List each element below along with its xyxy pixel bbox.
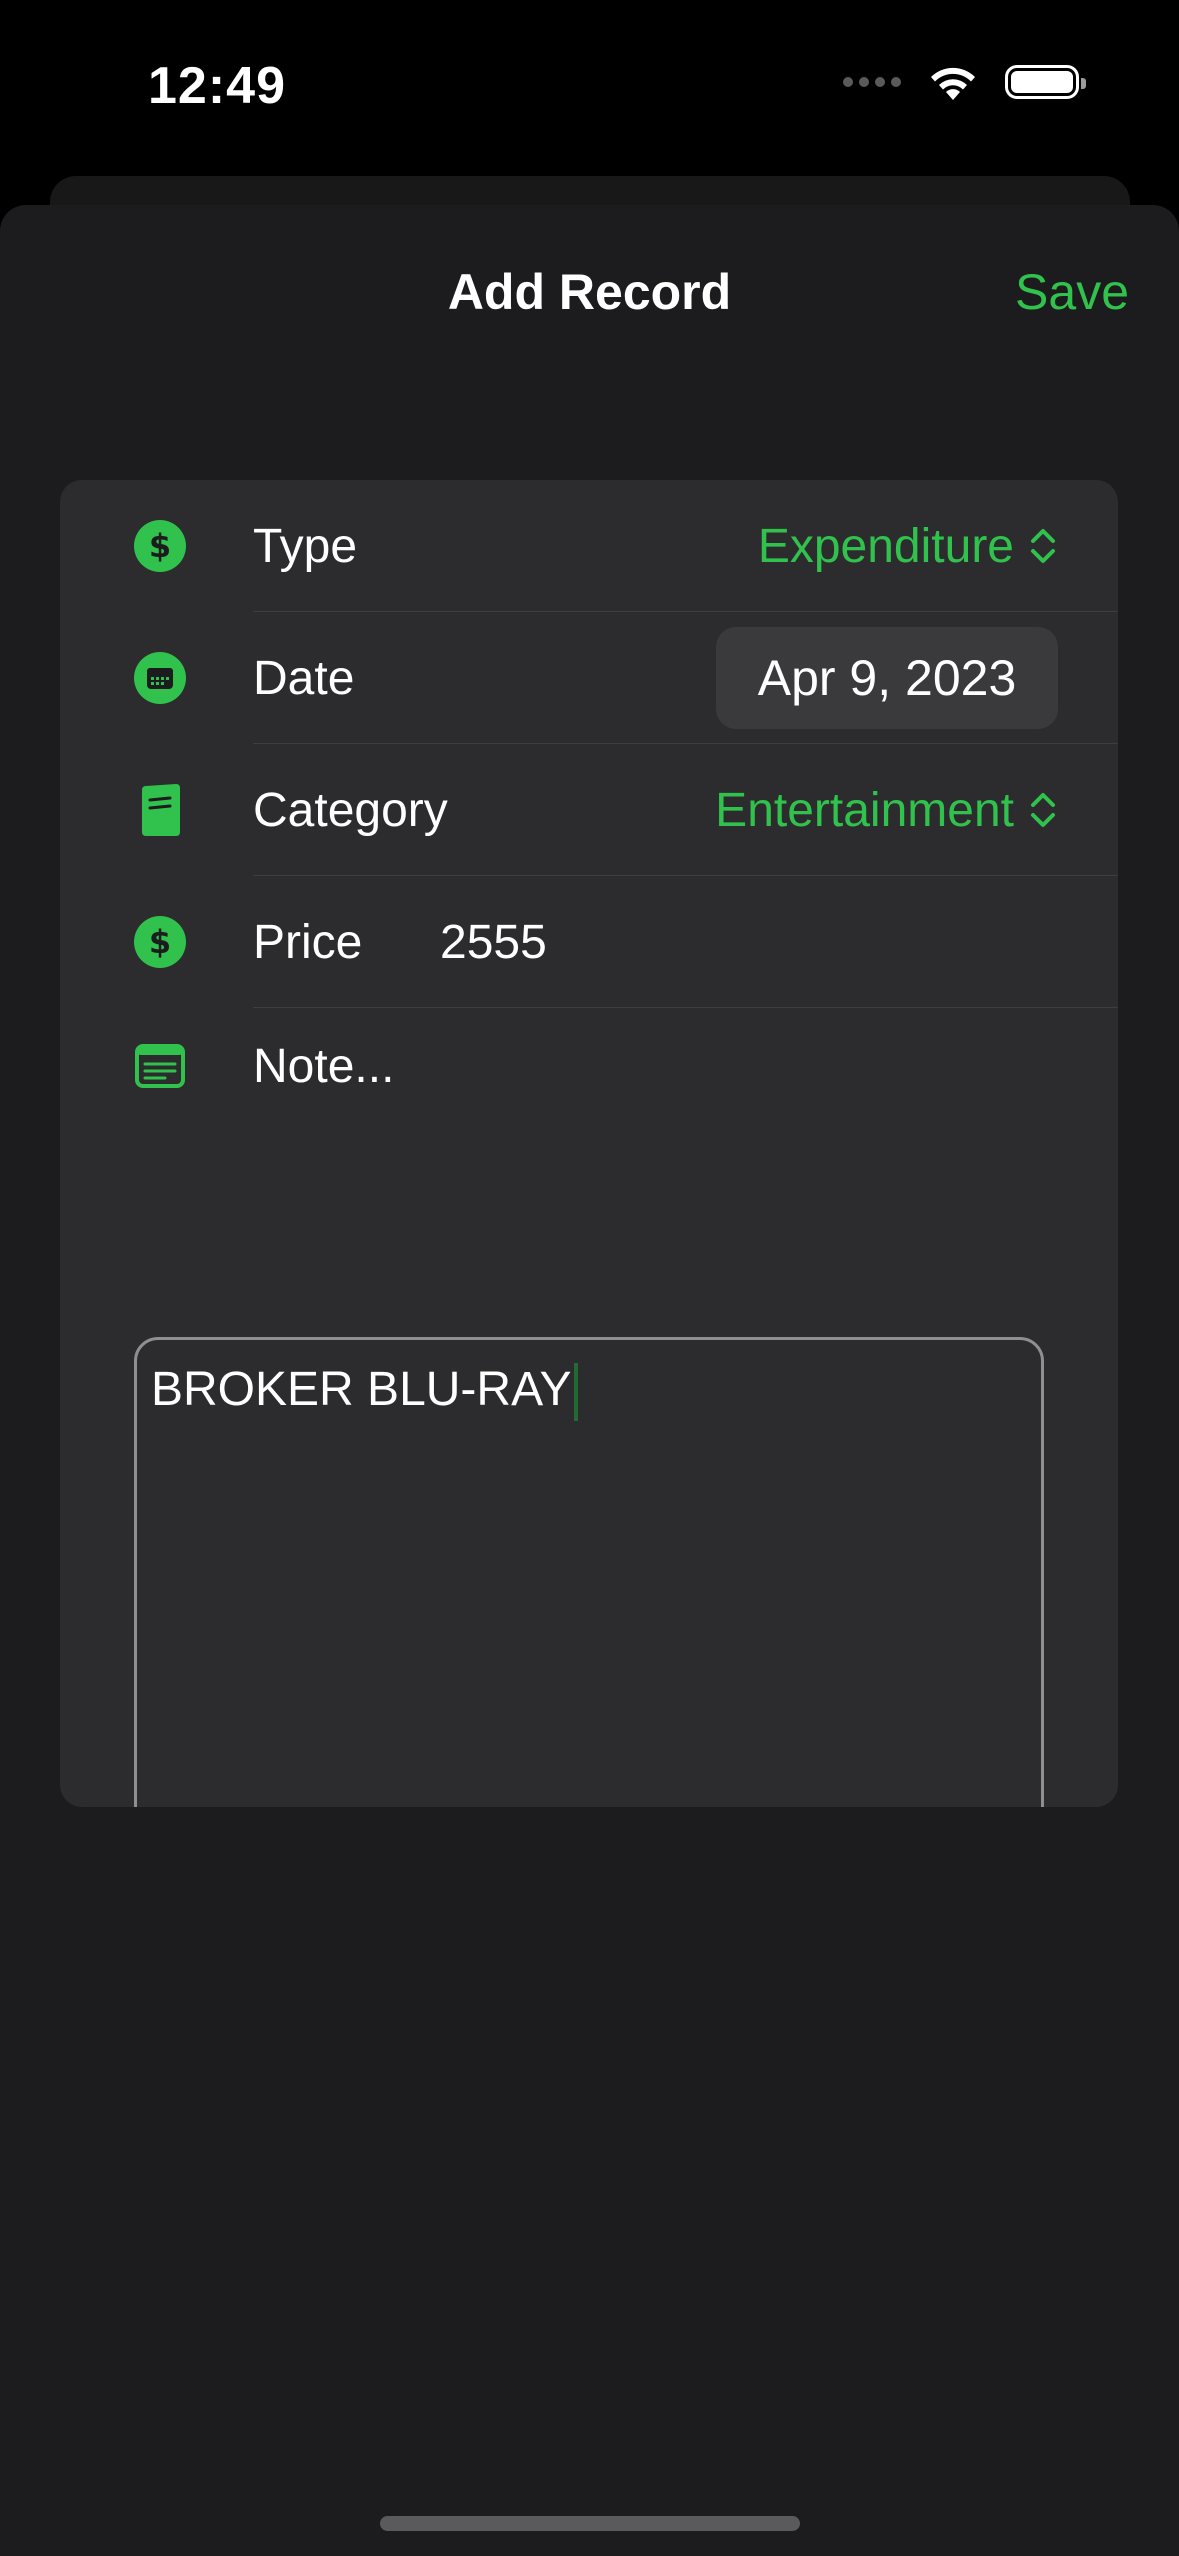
- date-picker-button[interactable]: Apr 9, 2023: [716, 627, 1058, 729]
- cellular-signal-icon: [843, 77, 901, 87]
- save-button[interactable]: Save: [1015, 263, 1129, 321]
- chevron-up-down-icon: [1031, 529, 1055, 563]
- note-icon: [134, 1040, 186, 1092]
- page-title: Add Record: [447, 264, 732, 320]
- note-placeholder: Note...: [253, 1039, 395, 1093]
- note-row: Note...: [60, 1008, 1118, 1124]
- price-label: Price: [253, 915, 363, 969]
- date-row: Date Apr 9, 2023: [60, 612, 1118, 744]
- category-row[interactable]: Category Entertainment: [60, 744, 1118, 876]
- note-textarea[interactable]: BROKER BLU-RAY: [134, 1337, 1044, 1807]
- record-form: $ Type Expenditure Date Apr 9, 2023 Cate…: [60, 480, 1118, 1807]
- category-label: Category: [253, 783, 448, 837]
- text-cursor: [573, 1363, 578, 1422]
- price-field[interactable]: 2555: [440, 915, 547, 970]
- note-text: BROKER BLU-RAY: [151, 1363, 572, 1416]
- battery-icon: [1005, 65, 1086, 99]
- calendar-icon: [134, 652, 186, 704]
- add-record-sheet: Add Record Save $ Type Expenditure Date …: [0, 205, 1179, 2556]
- status-icons: [843, 62, 1086, 102]
- status-bar: 12:49: [0, 0, 1179, 170]
- type-picker[interactable]: Expenditure: [758, 519, 1058, 574]
- type-row[interactable]: $ Type Expenditure: [60, 480, 1118, 612]
- dollar-circle-icon: $: [134, 520, 186, 572]
- date-label: Date: [253, 651, 355, 705]
- wifi-icon: [931, 67, 975, 100]
- book-icon: [134, 784, 186, 836]
- type-value: Expenditure: [757, 519, 1014, 573]
- chevron-up-down-icon: [1031, 793, 1055, 827]
- price-row: $ Price 2555: [60, 876, 1118, 1008]
- type-label: Type: [253, 519, 358, 573]
- category-picker[interactable]: Entertainment: [715, 783, 1058, 838]
- status-time: 12:49: [148, 57, 286, 115]
- home-indicator[interactable]: [380, 2516, 800, 2531]
- dollar-circle-icon: $: [134, 916, 186, 968]
- category-value: Entertainment: [715, 783, 1014, 837]
